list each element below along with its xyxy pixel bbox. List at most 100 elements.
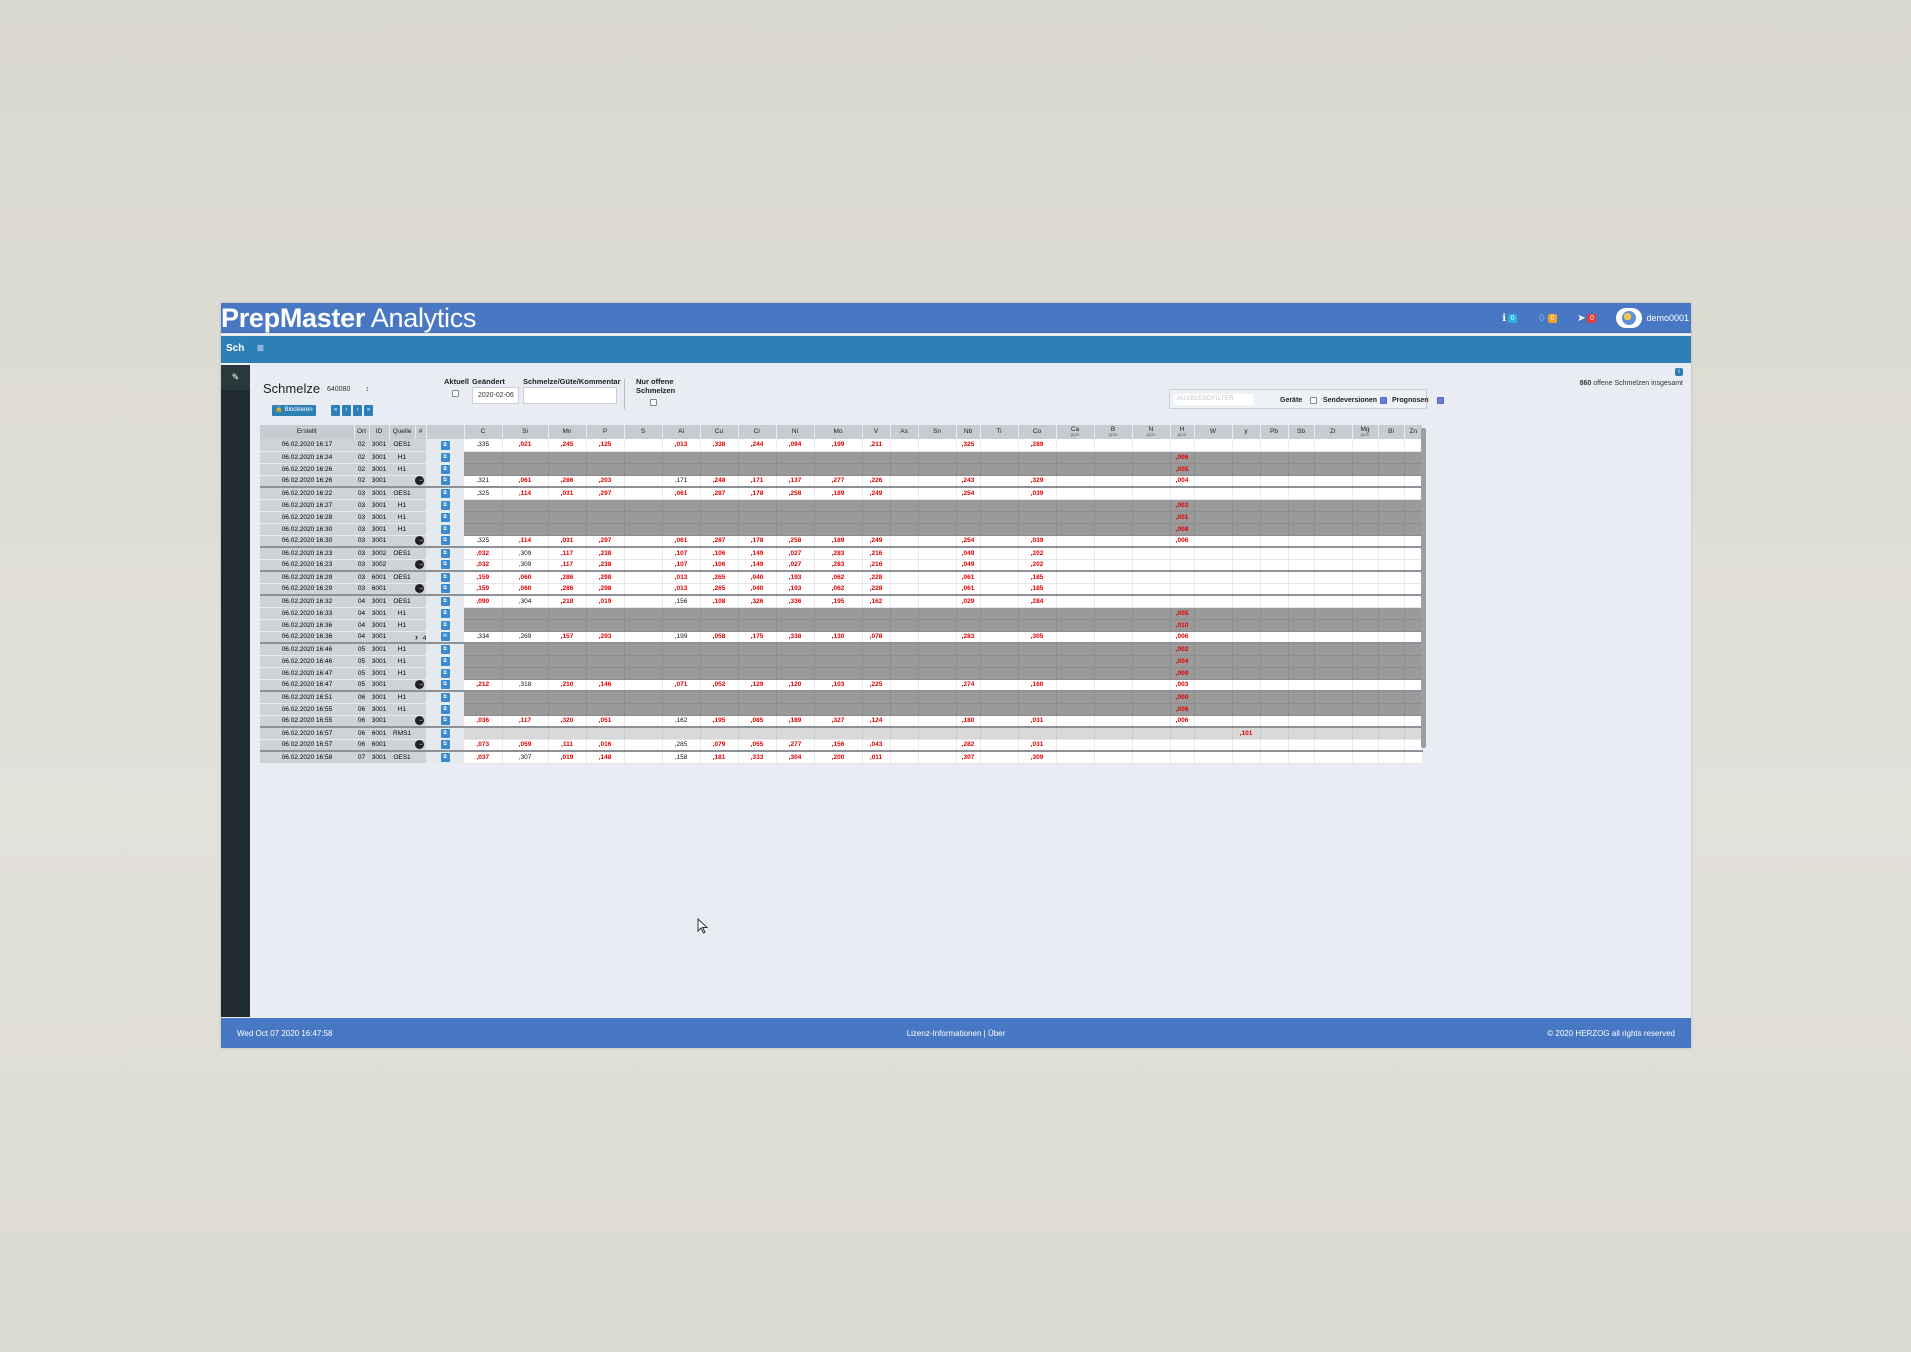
table-row[interactable]: 06.02.2020 16:36 04 3001 H1 ⧉ ,010 [260,619,1423,632]
col-header-ort[interactable]: Ort [354,425,370,439]
notifications-button[interactable]: ♢ 0 [1537,313,1558,324]
hide-filter-input[interactable]: AUSBLENDFILTER [1174,394,1254,405]
col-header-element[interactable]: Zn [1404,425,1423,439]
table-row[interactable]: 06.02.2020 16:17 02 3001 OES1 ⧉ ,335,021,245,… [260,439,1423,452]
arrow-right-icon[interactable]: → [415,560,424,569]
table-row[interactable]: 06.02.2020 16:30033001→ 2⧉,325,114,031,2… [260,535,1423,548]
schmelze-select[interactable]: 640080 [327,383,369,396]
table-row[interactable]: 06.02.2020 16:28 03 3001 H1 ⧉ ,001 [260,511,1423,524]
last-page-button[interactable]: » [364,405,373,416]
kommentar-input[interactable] [523,387,617,404]
arrow-right-icon[interactable]: → [415,476,424,485]
table-row[interactable]: 06.02.2020 16:23033002→ 0⧉,032,309,117,2… [260,559,1423,572]
copy-icon[interactable]: ⧉ [440,464,450,474]
help-icon[interactable]: i [1675,368,1683,376]
arrow-right-icon[interactable]: → [415,716,424,725]
tab-sch[interactable]: Sch [226,343,244,354]
about-link[interactable]: Über [988,1029,1005,1038]
col-header-element[interactable]: S [624,425,663,439]
table-row[interactable]: 06.02.2020 16:55 06 3001 H1 ⧉ ,006 [260,703,1423,716]
table-row[interactable]: 06.02.2020 16:47 05 3001 H1 ⧉ ,009 [260,667,1423,680]
col-header-element[interactable]: As [890,425,919,439]
table-scrollbar[interactable] [1421,428,1426,748]
col-header-element[interactable]: W [1194,425,1233,439]
copy-icon[interactable]: ⧉ [440,500,450,510]
col-header-element[interactable]: Si [502,425,549,439]
col-header-id[interactable]: ID [369,425,390,439]
col-header-quelle[interactable]: Quelle [389,425,416,439]
table-row[interactable]: 06.02.2020 16:32 04 3001 OES1 ⧉ ,090,304,218,… [260,595,1423,608]
copy-icon[interactable]: ⧉ [440,656,450,666]
col-header-element[interactable]: Al [662,425,701,439]
chevron-right-icon[interactable]: › [415,632,418,641]
table-row[interactable]: 06.02.2020 16:30 03 3001 H1 ⧉ ,008 [260,523,1423,536]
geaendert-date-input[interactable]: 2020-02-06 [472,387,519,404]
geraete-checkbox[interactable] [1310,397,1317,404]
table-row[interactable]: 06.02.2020 16:46 05 3001 H1 ⧉ ,002 [260,643,1423,656]
info-button[interactable]: ℹ0 [1502,313,1518,324]
copy-icon[interactable]: ⧉ [440,608,450,618]
table-row[interactable]: 06.02.2020 16:29 03 6001 OES1 ⧉ ,159,060,286,… [260,571,1423,584]
copy-icon[interactable]: ⧉ [440,645,450,654]
col-header-element[interactable]: P [586,425,625,439]
prognosen-checkbox[interactable] [1437,397,1444,404]
col-header-element[interactable]: Sn [918,425,957,439]
user-menu[interactable]: demo0001 [1616,308,1689,328]
col-header-element[interactable]: y [1232,425,1261,439]
copy-icon[interactable]: ⧉ [440,549,450,558]
arrow-right-icon[interactable]: → [415,680,424,689]
col-header-element[interactable]: Hppm [1170,425,1195,439]
arrow-right-icon[interactable]: → [415,536,424,545]
copy-icon[interactable]: ⧉ [440,597,450,606]
col-header-element[interactable]: V [862,425,891,439]
col-header-element[interactable]: Mo [814,425,863,439]
sendeversionen-checkbox[interactable] [1380,397,1387,404]
col-header-element[interactable]: Nppm [1132,425,1171,439]
table-row[interactable]: 06.02.2020 16:55063001→ 4⧉,036,117,320,0… [260,715,1423,728]
col-header-element[interactable]: Mn [548,425,587,439]
menu-icon[interactable]: ≡ [257,341,264,355]
aktuell-checkbox[interactable] [452,390,459,397]
alerts-button[interactable]: ➤ 0 [1577,313,1597,324]
copy-icon[interactable]: ⧉ [440,729,450,738]
mail-icon[interactable]: ✉ [440,632,450,641]
copy-icon[interactable]: ⧉ [440,704,450,714]
table-row[interactable]: 06.02.2020 16:23 03 3002 OES1 ⧉ ,032,309,117,… [260,547,1423,560]
col-header-element[interactable]: Co [1018,425,1057,439]
copy-icon[interactable]: ⧉ [440,512,450,522]
col-header-element[interactable]: Cu [700,425,739,439]
arrow-right-icon[interactable]: → [415,740,424,749]
copy-icon[interactable]: ⧉ [440,524,450,534]
copy-icon[interactable]: ⧉ [440,452,450,462]
next-page-button[interactable]: › [353,405,362,416]
col-header-element[interactable]: Bi [1378,425,1405,439]
table-row[interactable]: 06.02.2020 16:57 06 6001 RMS1 ⧉ ,101 [260,727,1423,740]
col-header-element[interactable]: Cr [738,425,777,439]
copy-icon[interactable]: ⧉ [440,740,450,749]
table-row[interactable]: 06.02.2020 16:26 02 3001 H1 ⧉ ,005 [260,463,1423,476]
copy-icon[interactable]: ⧉ [440,693,450,702]
copy-icon[interactable]: ⧉ [440,573,450,582]
col-header-element[interactable]: Ca ppm [1056,425,1095,439]
table-row[interactable]: 06.02.2020 16:46 05 3001 H1 ⧉ ,004 [260,655,1423,668]
copy-icon[interactable]: ⧉ [440,620,450,630]
block-button[interactable]: 🔒 Blockieren [272,405,316,416]
table-row[interactable]: 06.02.2020 16:26023001→ 4⧉,321,061,286,2… [260,475,1423,488]
copy-icon[interactable]: ⧉ [440,560,450,569]
table-row[interactable]: 06.02.2020 16:33 04 3001 H1 ⧉ ,005 [260,607,1423,620]
col-header-element[interactable]: Ti [980,425,1019,439]
table-row[interactable]: 06.02.2020 16:36 04 3001 › 4 ✉ ,334,269,157,2… [260,631,1423,644]
col-header-element[interactable]: Nb [956,425,981,439]
col-header-element[interactable]: Mg ppm [1352,425,1379,439]
table-row[interactable]: 06.02.2020 16:27 03 3001 H1 ⧉ ,003 [260,499,1423,512]
arrow-right-icon[interactable]: → [415,584,424,593]
col-header-element[interactable]: Bppm [1094,425,1133,439]
col-header-erstellt[interactable]: Erstellt [260,425,355,439]
col-header-element[interactable]: Zr [1314,425,1353,439]
table-row[interactable]: 06.02.2020 16:29036001→ 0⧉,159,060,286,2… [260,583,1423,596]
col-header-element[interactable]: C [464,425,503,439]
license-link[interactable]: Lizenz-Informationen [907,1029,982,1038]
copy-icon[interactable]: ⧉ [440,440,450,450]
table-row[interactable]: 06.02.2020 16:47053001→ 2⧉,212,318,210,1… [260,679,1423,692]
table-row[interactable]: 06.02.2020 16:24 02 3001 H1 ⧉ ,006 [260,451,1423,464]
